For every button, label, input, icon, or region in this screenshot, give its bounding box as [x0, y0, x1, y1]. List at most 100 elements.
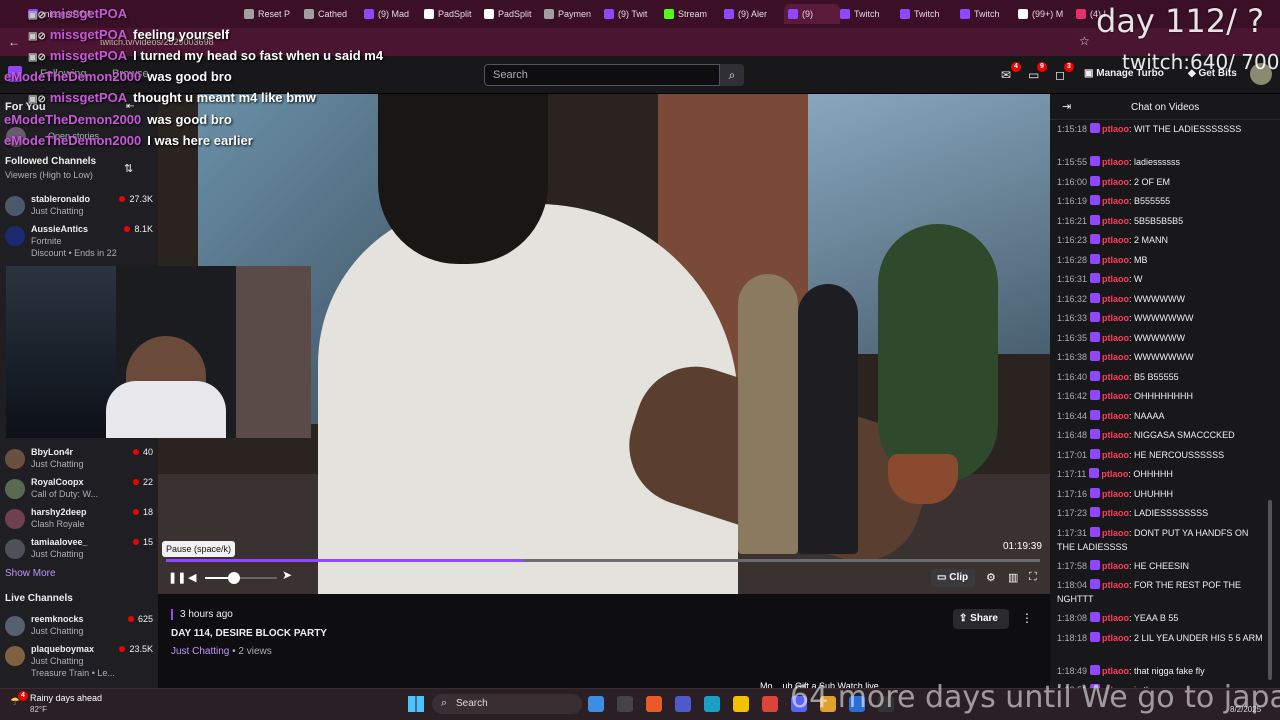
chat-timestamp: 1:17:01: [1057, 449, 1088, 460]
chat-badge-icon: [1090, 351, 1101, 361]
inbox-icon[interactable]: ✉: [1001, 68, 1011, 82]
tab-label: (9) Twit: [618, 9, 648, 19]
chat-timestamp: 1:17:31: [1057, 527, 1088, 538]
video-bystander-2: [798, 284, 858, 554]
browser-tab[interactable]: Twitch: [900, 4, 956, 24]
more-options-icon[interactable]: ⋮: [1021, 611, 1033, 625]
taskbar-app-icon[interactable]: [704, 696, 720, 712]
sidebar-channel[interactable]: stableronaldo Just Chatting 27.3K: [5, 193, 153, 219]
chat-username[interactable]: ptlaoo: [1102, 157, 1129, 167]
chat-username[interactable]: ptlaoo: [1101, 469, 1128, 479]
taskbar-app-icon[interactable]: [646, 696, 662, 712]
chat-username[interactable]: ptlaoo: [1102, 633, 1129, 643]
taskbar-app-icon[interactable]: [675, 696, 691, 712]
pause-icon[interactable]: ❚❚: [168, 571, 186, 584]
volume-icon[interactable]: ◀: [188, 571, 196, 584]
search-input[interactable]: Search: [484, 64, 720, 86]
tab-favicon-icon: [424, 9, 434, 19]
theatre-mode-icon[interactable]: ▥: [1008, 571, 1018, 584]
chat-username[interactable]: ptlaoo: [1102, 274, 1129, 284]
chat-username[interactable]: ptlaoo: [1102, 450, 1129, 460]
video-category-link[interactable]: Just Chatting: [171, 646, 229, 657]
sidebar-channel[interactable]: tamiaalovee_ Just Chatting 15: [5, 536, 153, 562]
browser-tab[interactable]: PadSplit: [424, 4, 480, 24]
overlay-chat-line: eModeTheDemon2000 was good bro: [4, 69, 232, 84]
chat-username[interactable]: ptlaoo: [1102, 580, 1129, 590]
back-arrow-icon[interactable]: ←: [8, 35, 20, 49]
clip-button[interactable]: ▭ Clip: [931, 569, 975, 587]
chat-username[interactable]: ptlaoo: [1102, 430, 1129, 440]
chat-username[interactable]: ptlaoo: [1102, 216, 1129, 226]
browser-tab[interactable]: Paymen: [544, 4, 600, 24]
tab-label: (99+) M: [1032, 9, 1064, 19]
chat-username[interactable]: ptlaoo: [1102, 411, 1129, 421]
sort-icon[interactable]: ⇅: [124, 162, 133, 175]
settings-gear-icon[interactable]: ⚙: [986, 571, 996, 584]
chat-text: WWWWWW: [1134, 293, 1186, 304]
tab-label: Twitch: [854, 9, 880, 19]
chat-username[interactable]: ptlaoo: [1102, 196, 1129, 206]
chat-username[interactable]: ptlaoo: [1102, 666, 1129, 676]
chat-username[interactable]: ptlaoo: [1102, 333, 1129, 343]
chat-username[interactable]: ptlaoo: [1102, 294, 1129, 304]
chat-username[interactable]: ptlaoo: [1102, 177, 1129, 187]
chat-username[interactable]: ptlaoo: [1102, 561, 1129, 571]
volume-knob[interactable]: [227, 572, 240, 584]
chat-username[interactable]: ptlaoo: [1102, 489, 1129, 499]
tab-favicon-icon: [724, 9, 734, 19]
browser-tab[interactable]: (9) Aler: [724, 4, 780, 24]
browser-tab[interactable]: (9) Twit: [604, 4, 660, 24]
chat-username[interactable]: ptlaoo: [1102, 508, 1129, 518]
sidebar-channel[interactable]: plaqueboymax Just Chatting 23.5K Treasure T…: [5, 643, 153, 678]
browser-tab[interactable]: Twitch: [960, 4, 1016, 24]
browser-tab[interactable]: (9) Mad: [364, 4, 420, 24]
share-button[interactable]: ⇪ Share: [953, 609, 1009, 629]
browser-tab[interactable]: PadSplit: [484, 4, 540, 24]
search-icon[interactable]: ⌕: [720, 64, 744, 86]
live-dot-icon: [119, 646, 126, 652]
overlay-username: missgetPOA: [49, 6, 128, 21]
chat-scrollbar[interactable]: [1268, 500, 1272, 680]
browser-tab[interactable]: (99+) M: [1018, 4, 1074, 24]
channel-name: tamiaalovee_: [31, 537, 88, 547]
chat-text: NIGGASA SMACCCKED: [1134, 430, 1235, 440]
sidebar-channel[interactable]: RoyalCoopx Call of Duty: W... 22: [5, 476, 153, 502]
chat-username[interactable]: ptlaoo: [1102, 255, 1129, 265]
tab-label: (9) Mad: [378, 9, 410, 19]
chat-badge-icon: [1090, 664, 1101, 675]
chat-username[interactable]: ptlaoo: [1102, 613, 1129, 623]
chat-username[interactable]: ptlaoo: [1102, 124, 1129, 134]
chat-username[interactable]: ptlaoo: [1102, 391, 1129, 401]
progress-fill[interactable]: [166, 559, 525, 562]
sidebar-channel[interactable]: harshy2deep Clash Royale 18: [5, 506, 153, 532]
weather-text[interactable]: Rainy days ahead: [30, 693, 102, 703]
channel-name: plaqueboymax: [31, 644, 95, 654]
chat-username[interactable]: ptlaoo: [1102, 235, 1129, 245]
taskbar-app-icon[interactable]: [588, 696, 604, 712]
taskbar-date: 8/2/2025: [1230, 705, 1262, 714]
browser-tab[interactable]: Cathed: [304, 4, 360, 24]
chat-username[interactable]: ptlaoo: [1102, 313, 1129, 323]
taskbar-app-icon[interactable]: [762, 696, 778, 712]
browser-tab[interactable]: Reset P: [244, 4, 300, 24]
fullscreen-icon[interactable]: ⛶: [1029, 571, 1037, 584]
browser-tab[interactable]: (9): [784, 4, 840, 24]
chat-username[interactable]: ptlaoo: [1102, 528, 1129, 538]
sidebar-channel[interactable]: AussieAntics Fortnite 8.1K Discount • Ends …: [5, 223, 153, 258]
taskbar-app-icon[interactable]: [617, 696, 633, 712]
sidebar-channel[interactable]: reemknocks Just Chatting 625: [5, 613, 153, 639]
bookmark-star-icon[interactable]: ☆: [1079, 34, 1090, 48]
sidebar-channel[interactable]: BbyLon4r Just Chatting 40: [5, 446, 153, 472]
chat-username[interactable]: ptlaoo: [1102, 372, 1129, 382]
browser-tab[interactable]: Twitch: [840, 4, 896, 24]
show-more-link[interactable]: Show More: [5, 568, 56, 579]
chat-badge-icon: [1090, 429, 1101, 439]
chat-username[interactable]: ptlaoo: [1102, 352, 1129, 362]
taskbar-app-icon[interactable]: [733, 696, 749, 712]
webcam-streamer-body: [106, 381, 226, 438]
collapse-chat-icon[interactable]: ⇥: [1062, 100, 1071, 113]
windows-start-icon[interactable]: [408, 696, 424, 712]
taskbar-search[interactable]: Search: [432, 694, 582, 714]
whispers-icon[interactable]: ◻: [1055, 68, 1065, 82]
browser-tab[interactable]: Stream: [664, 4, 720, 24]
